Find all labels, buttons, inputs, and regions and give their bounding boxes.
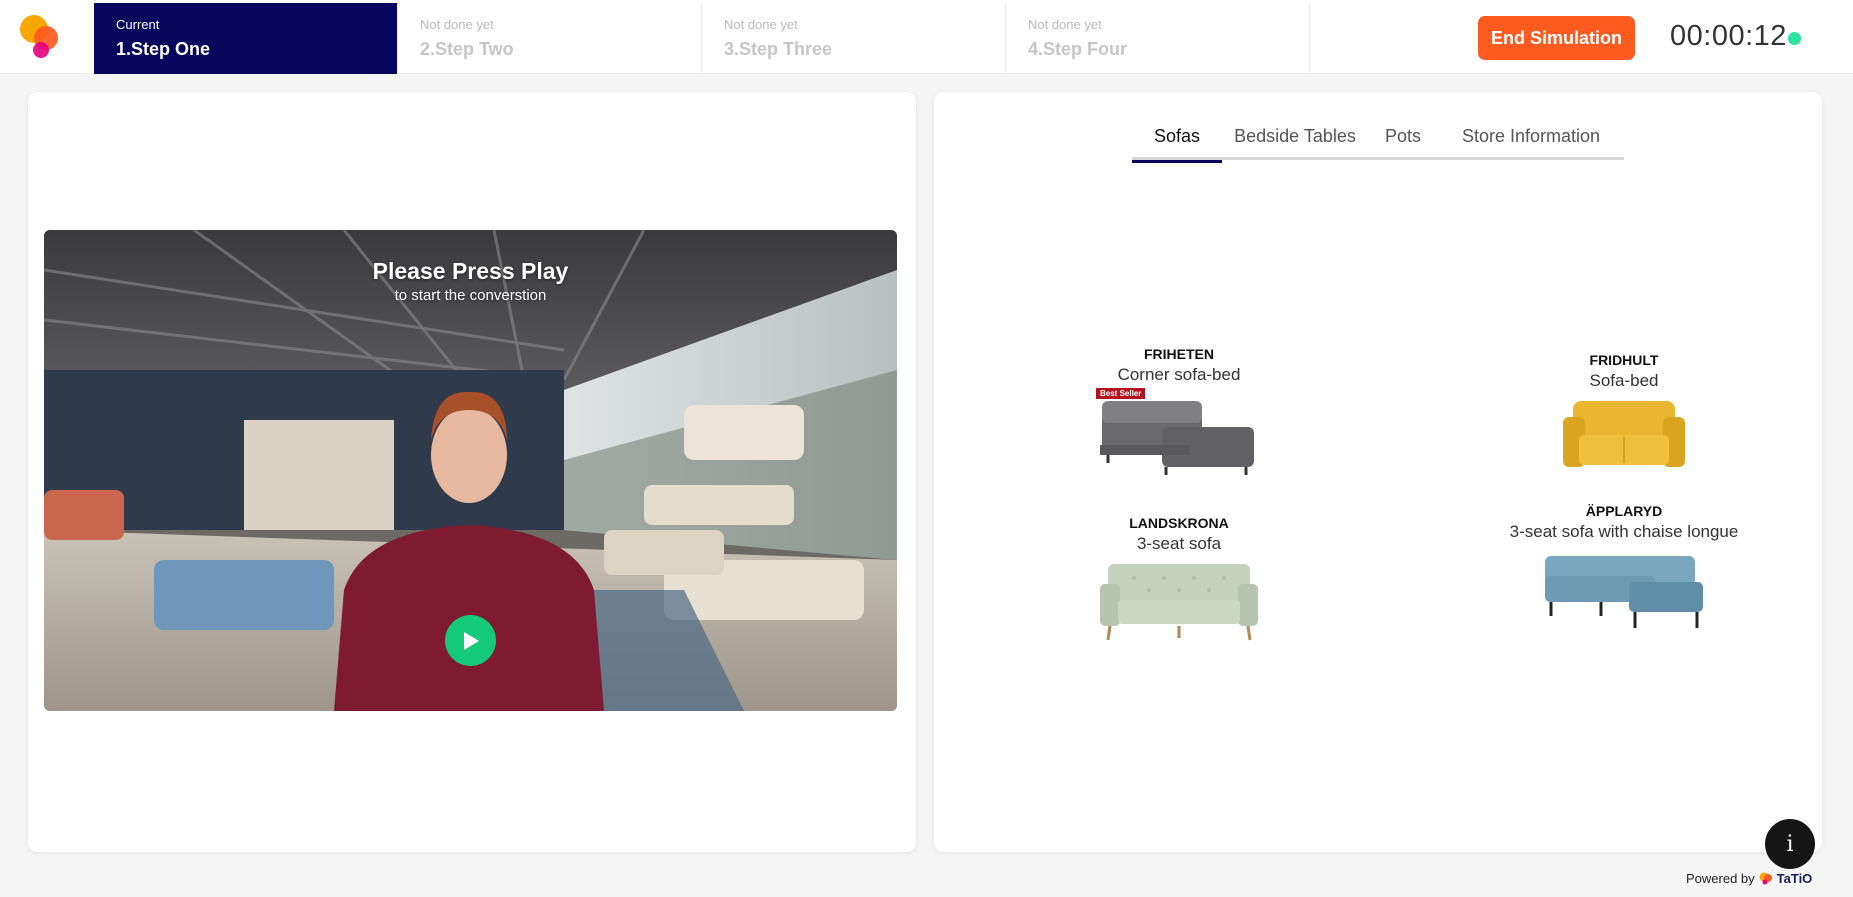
- product-description: 3-seat sofa with chaise longue: [1509, 522, 1739, 541]
- product-image-landskrona: [1100, 564, 1258, 641]
- powered-by-label: Powered by: [1686, 871, 1755, 886]
- video-subtitle: to start the converstion: [394, 287, 547, 304]
- app-logo: [20, 15, 58, 58]
- product-description: 3-seat sofa: [1136, 534, 1222, 553]
- catalog-panel: Sofas Bedside Tables Pots Store Informat…: [934, 92, 1822, 852]
- product-image-friheten: [1100, 401, 1254, 475]
- info-button[interactable]: i: [1765, 819, 1815, 869]
- step-status: Not done yet: [724, 17, 798, 32]
- video-panel: Please Press Play to start the conversti…: [28, 92, 916, 852]
- product-name: FRIHETEN: [1144, 346, 1214, 362]
- tatio-logo-icon: [1759, 872, 1772, 885]
- step-status: Current: [116, 17, 160, 32]
- product-name: FRIDHULT: [1589, 352, 1659, 368]
- video-player[interactable]: Please Press Play to start the conversti…: [44, 230, 897, 711]
- tab-store-information[interactable]: Store Information: [1438, 112, 1624, 160]
- product-fridhult[interactable]: FRIDHULT Sofa-bed: [1499, 352, 1749, 482]
- product-image-applaryd: [1545, 556, 1703, 628]
- step-2[interactable]: Not done yet 2.Step Two: [398, 3, 702, 74]
- product-applaryd[interactable]: ÄPPLARYD 3-seat sofa with chaise longue: [1464, 503, 1784, 643]
- brand-name: TaTiO: [1776, 871, 1813, 886]
- product-description: Sofa-bed: [1589, 371, 1659, 390]
- live-status-dot: [1788, 32, 1801, 45]
- step-status: Not done yet: [1028, 17, 1102, 32]
- tab-bedside-tables[interactable]: Bedside Tables: [1222, 112, 1368, 160]
- powered-by: Powered by TaTiO: [1686, 871, 1812, 886]
- product-name: ÄPPLARYD: [1585, 503, 1663, 519]
- step-3[interactable]: Not done yet 3.Step Three: [702, 3, 1006, 74]
- step-name: 2.Step Two: [420, 39, 514, 59]
- product-name: LANDSKRONA: [1129, 515, 1229, 531]
- best-seller-badge: Best Seller: [1096, 388, 1146, 399]
- product-description: Corner sofa-bed: [1117, 365, 1241, 384]
- step-status: Not done yet: [420, 17, 494, 32]
- play-icon: [463, 631, 479, 650]
- video-title: Please Press Play: [372, 258, 569, 284]
- top-bar: Current 1.Step One Not done yet 2.Step T…: [0, 0, 1853, 74]
- end-simulation-button[interactable]: End Simulation: [1478, 16, 1635, 60]
- product-landskrona[interactable]: LANDSKRONA 3-seat sofa: [1084, 515, 1274, 651]
- category-tabs: Sofas Bedside Tables Pots Store Informat…: [1132, 112, 1624, 163]
- step-4[interactable]: Not done yet 4.Step Four: [1006, 3, 1310, 74]
- tab-pots[interactable]: Pots: [1368, 112, 1438, 160]
- step-name: 1.Step One: [116, 39, 211, 59]
- step-progress: Current 1.Step One Not done yet 2.Step T…: [94, 3, 1310, 74]
- step-1[interactable]: Current 1.Step One: [94, 3, 398, 74]
- step-name: 4.Step Four: [1028, 39, 1128, 59]
- session-timer: 00:00:12: [1670, 20, 1787, 52]
- step-name: 3.Step Three: [724, 39, 833, 59]
- tab-sofas[interactable]: Sofas: [1132, 112, 1222, 163]
- product-image-fridhult: [1563, 401, 1685, 467]
- info-icon: i: [1786, 831, 1794, 857]
- product-friheten[interactable]: FRIHETEN Corner sofa-bed Best Seller: [1094, 346, 1264, 492]
- play-button[interactable]: [445, 615, 496, 666]
